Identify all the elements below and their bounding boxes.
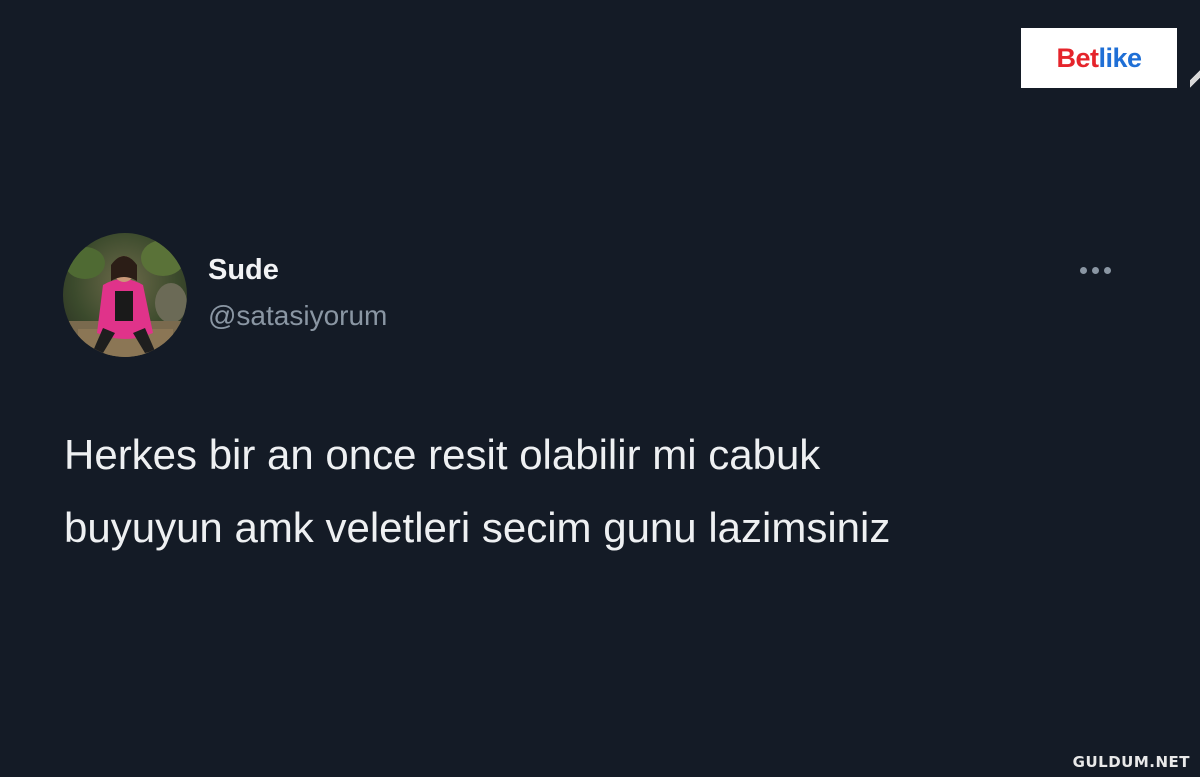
avatar-photo xyxy=(63,233,187,357)
watermark: GULDUM.NET xyxy=(1072,753,1190,771)
tweet-text: Herkes bir an once resit olabilir mi cab… xyxy=(64,418,1144,564)
author-display-name[interactable]: Sude xyxy=(208,254,279,287)
sponsor-logo-part-b: like xyxy=(1098,42,1142,73)
sponsor-logo: Bet like xyxy=(1021,28,1177,88)
edge-decoration xyxy=(1190,58,1200,98)
tweet-text-line: Herkes bir an once resit olabilir mi cab… xyxy=(64,431,821,478)
sponsor-logo-part-a: Bet xyxy=(1056,42,1099,73)
more-options-button[interactable] xyxy=(1070,258,1120,282)
tweet-screenshot: Bet like Sude @satasiyorum Herkes bir an… xyxy=(0,0,1200,777)
avatar[interactable] xyxy=(63,233,187,357)
ellipsis-icon xyxy=(1079,266,1111,274)
tweet-text-line: buyuyun amk veletleri secim gunu lazimsi… xyxy=(64,504,891,551)
author-handle[interactable]: @satasiyorum xyxy=(208,300,387,332)
